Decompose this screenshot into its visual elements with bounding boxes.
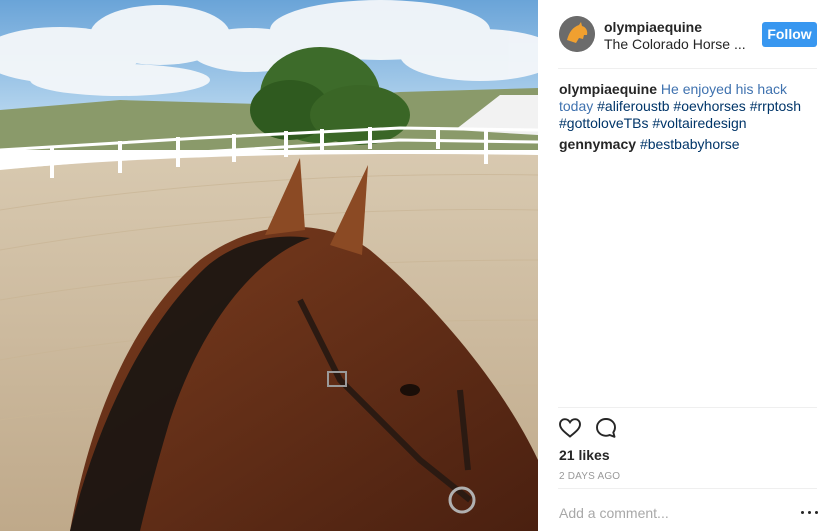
- follow-button[interactable]: Follow: [762, 22, 817, 47]
- post-location[interactable]: The Colorado Horse ...: [604, 36, 746, 52]
- like-count[interactable]: 21 likes: [559, 447, 610, 463]
- post-container: olympiaequine The Colorado Horse ... Fol…: [0, 0, 839, 531]
- heart-icon[interactable]: [558, 416, 582, 440]
- more-options-icon[interactable]: [800, 503, 820, 521]
- hashtag-link[interactable]: #voltairedesign: [652, 115, 746, 131]
- post-author-username[interactable]: olympiaequine: [604, 19, 702, 35]
- header-divider: [558, 68, 817, 69]
- post-sidebar: olympiaequine The Colorado Horse ... Fol…: [538, 0, 839, 531]
- actions-divider: [558, 407, 817, 408]
- add-comment-divider: [558, 488, 817, 489]
- hashtag-link[interactable]: #bestbabyhorse: [640, 136, 740, 152]
- comment-icon[interactable]: [594, 416, 618, 440]
- hashtag-link[interactable]: #rrptosh: [750, 98, 801, 114]
- add-comment-input[interactable]: [559, 500, 789, 526]
- avatar[interactable]: [559, 16, 595, 52]
- comment-author[interactable]: gennymacy: [559, 136, 636, 152]
- caption-author[interactable]: olympiaequine: [559, 81, 657, 97]
- hashtag-link[interactable]: #gottoloveTBs: [559, 115, 649, 131]
- post-header: olympiaequine The Colorado Horse ... Fol…: [538, 0, 839, 69]
- hashtag-link[interactable]: #aliferoustb: [597, 98, 669, 114]
- comments-list: olympiaequine He enjoyed his hack today …: [559, 81, 819, 157]
- post-photo[interactable]: [0, 0, 538, 531]
- horse-logo-icon: [559, 16, 595, 52]
- post-timestamp[interactable]: 2 DAYS AGO: [559, 471, 620, 482]
- hashtag-link[interactable]: #oevhorses: [673, 98, 745, 114]
- caption: olympiaequine He enjoyed his hack today …: [559, 81, 819, 132]
- comment-item: gennymacy #bestbabyhorse: [559, 136, 819, 153]
